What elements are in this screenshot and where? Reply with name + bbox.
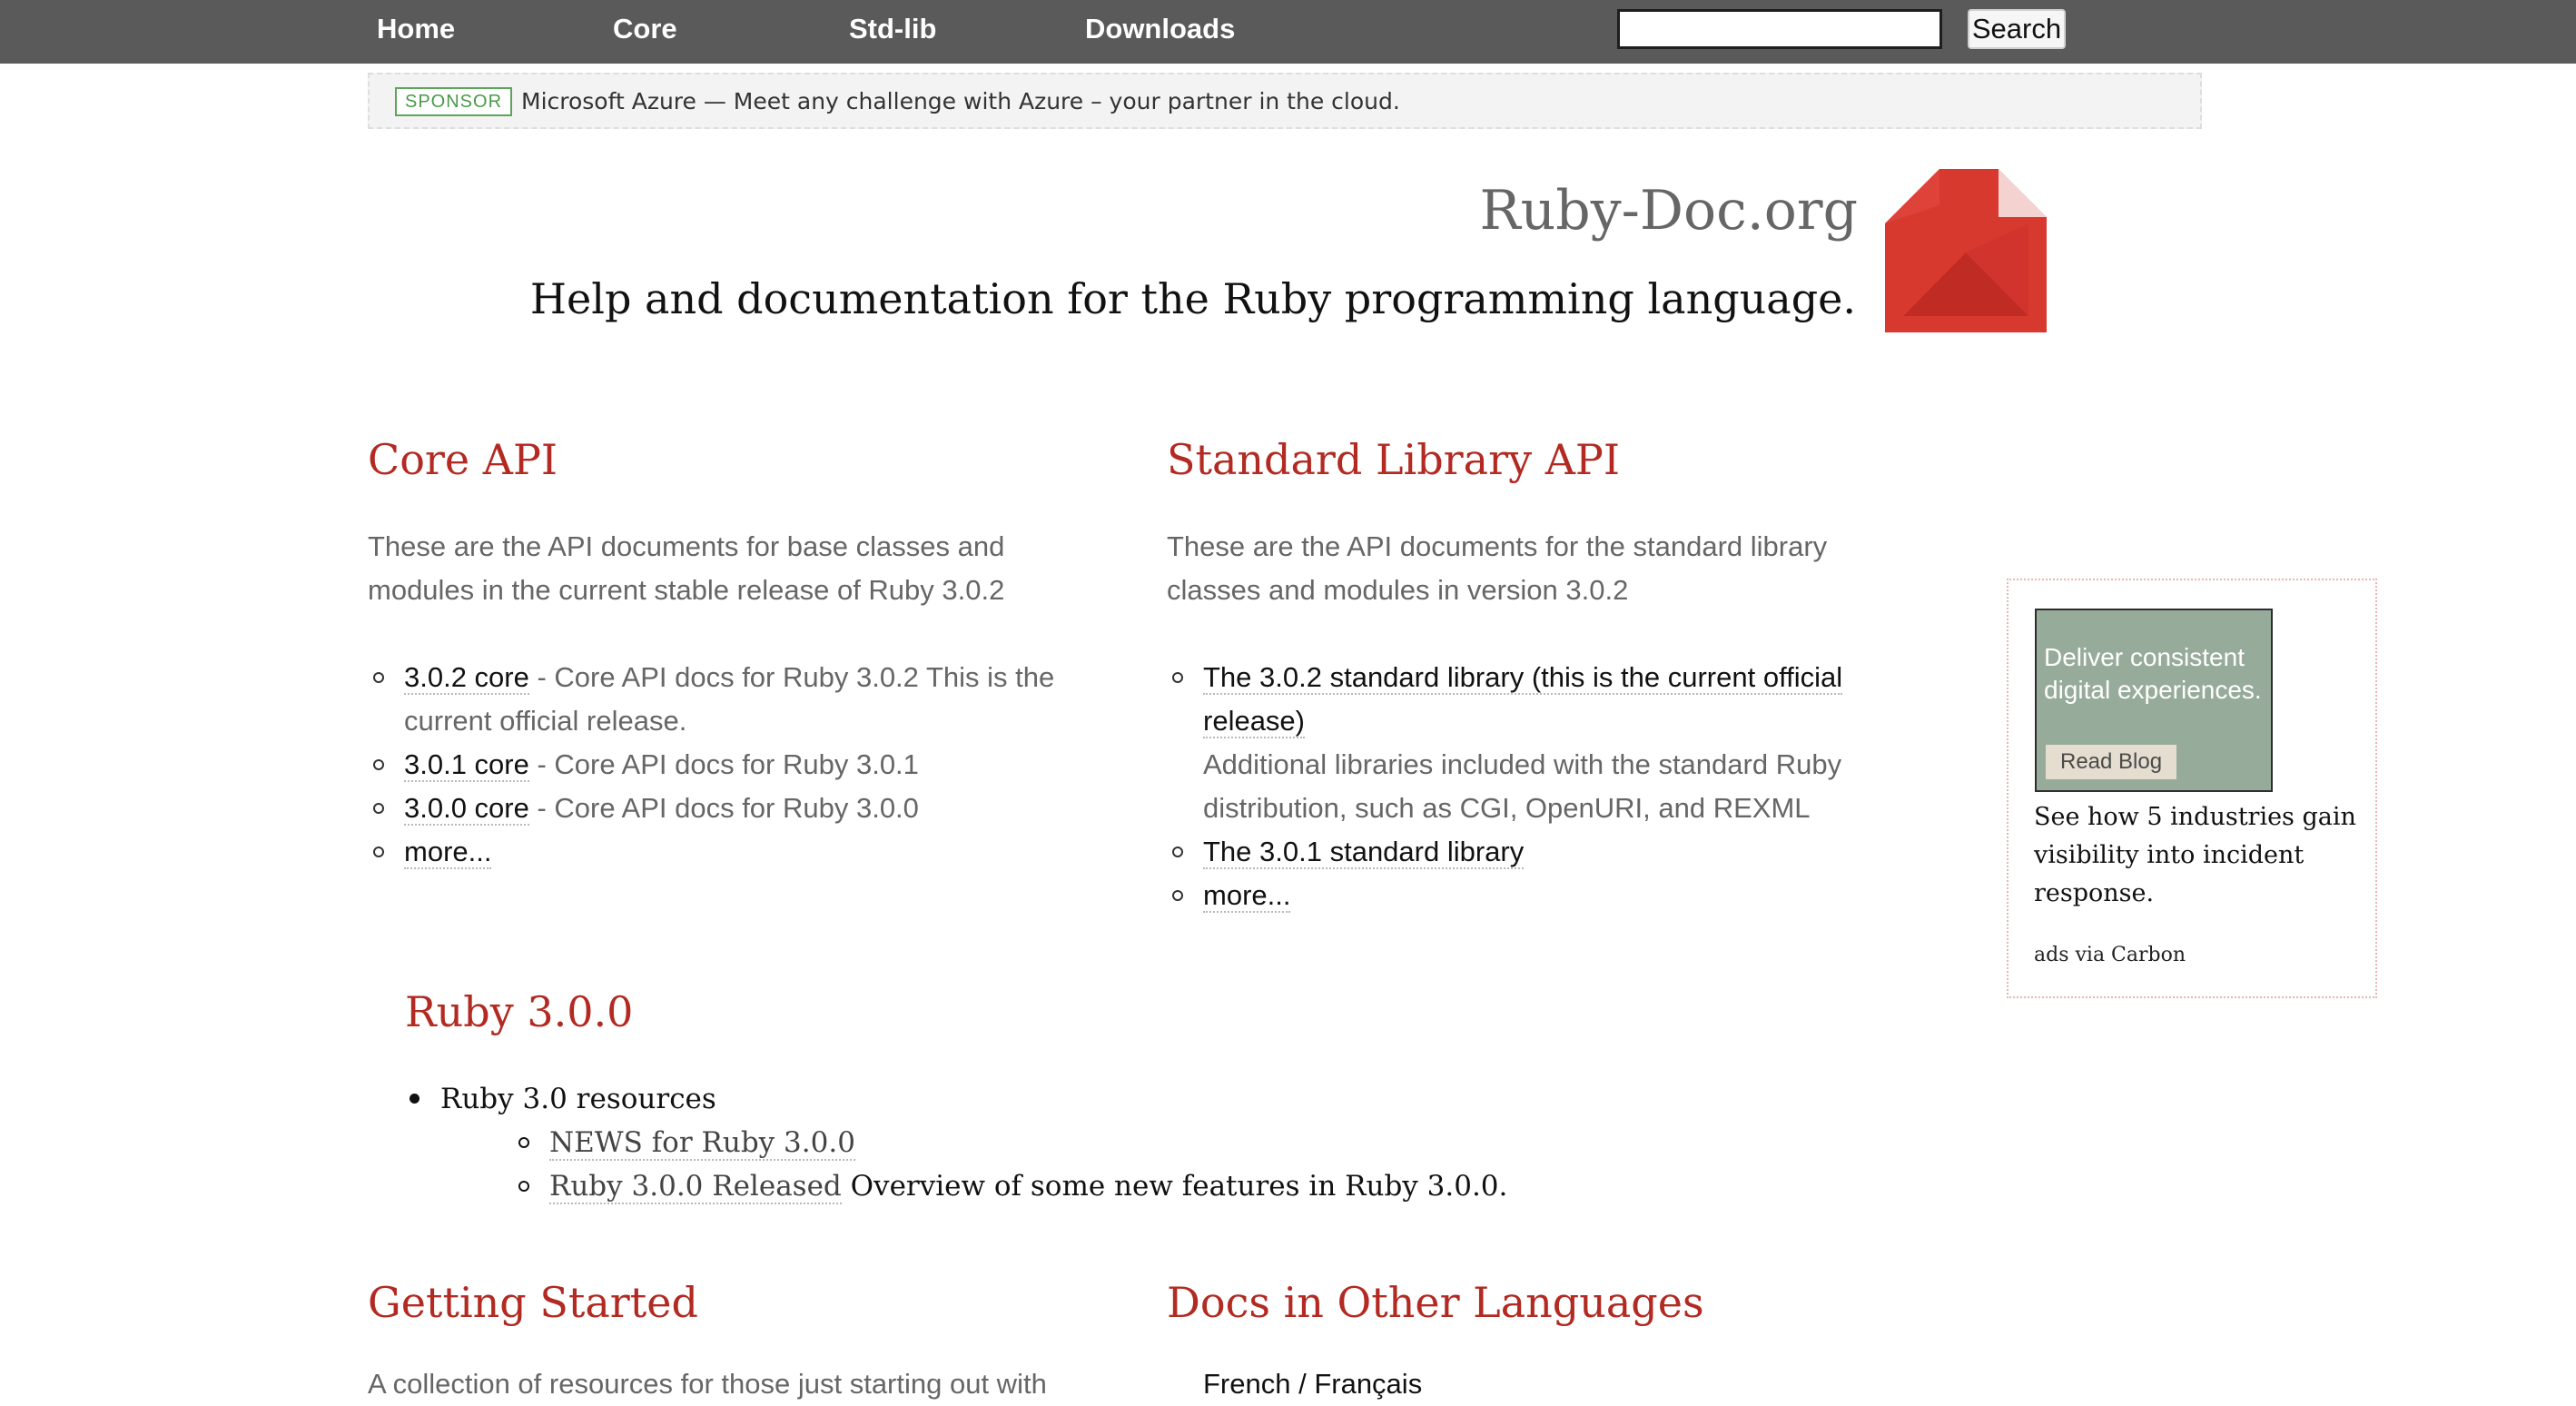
news-ruby-300-link[interactable]: NEWS for Ruby 3.0.0: [549, 1126, 855, 1161]
stdlib-302-link[interactable]: The 3.0.2 standard library (this is the …: [1203, 661, 1843, 738]
ad-read-blog-button[interactable]: Read Blog: [2046, 745, 2177, 779]
ruby-doc-logo-icon: [1885, 169, 2047, 332]
list-item: 3.0.1 core - Core API docs for Ruby 3.0.…: [368, 743, 1112, 787]
ruby-300-sublist: NEWS for Ruby 3.0.0 Ruby 3.0.0 Released …: [518, 1121, 1508, 1208]
getting-started-title: Getting Started: [368, 1278, 698, 1327]
sponsor-text[interactable]: Microsoft Azure — Meet any challenge wit…: [521, 86, 1400, 117]
nav-home-link[interactable]: Home: [377, 11, 455, 47]
search-input[interactable]: [1617, 9, 1942, 49]
list-item: NEWS for Ruby 3.0.0: [518, 1121, 1507, 1164]
list-item: 3.0.2 core - Core API docs for Ruby 3.0.…: [368, 656, 1112, 743]
list-item: Ruby 3.0.0 Released Overview of some new…: [518, 1164, 1508, 1208]
core-api-title: Core API: [368, 435, 558, 484]
list-item: The 3.0.2 standard library (this is the …: [1167, 656, 1893, 830]
core-300-link[interactable]: 3.0.0 core: [404, 792, 529, 826]
other-languages-first-item[interactable]: French / Français: [1203, 1362, 1422, 1406]
ruby-300-title: Ruby 3.0.0: [405, 987, 634, 1036]
list-item-text: Overview of some new features in Ruby 3.…: [841, 1170, 1508, 1203]
stdlib-api-description: These are the API documents for the stan…: [1167, 530, 1828, 606]
list-item: The 3.0.1 standard library: [1167, 830, 1893, 874]
stdlib-more-link[interactable]: more...: [1203, 879, 1291, 913]
getting-started-intro: A collection of resources for those just…: [368, 1368, 1047, 1400]
ad-caption[interactable]: See how 5 industries gain visibility int…: [2034, 798, 2361, 913]
stdlib-301-link[interactable]: The 3.0.1 standard library: [1203, 836, 1525, 869]
core-more-link[interactable]: more...: [404, 836, 492, 869]
stdlib-api-title: Standard Library API: [1167, 435, 1621, 484]
stdlib-api-list: The 3.0.2 standard library (this is the …: [1167, 656, 1893, 917]
ruby-300-list: Ruby 3.0 resources: [410, 1077, 716, 1121]
core-302-link[interactable]: 3.0.2 core: [404, 661, 529, 695]
resources-label: Ruby 3.0 resources: [440, 1083, 716, 1115]
list-item-text: - Core API docs for Ruby 3.0.0: [528, 792, 919, 824]
ad-image-text: Deliver consistent digital experiences.: [2044, 643, 2262, 704]
list-item: more...: [368, 830, 1112, 874]
list-item-text: Additional libraries included with the s…: [1203, 748, 1842, 824]
search-button[interactable]: Search: [1968, 9, 2066, 49]
carbon-ad: Deliver consistent digital experiences. …: [2007, 579, 2377, 998]
list-item-text: - Core API docs for Ruby 3.0.1: [528, 748, 919, 780]
list-item: 3.0.0 core - Core API docs for Ruby 3.0.…: [368, 787, 1112, 830]
ruby-300-released-link[interactable]: Ruby 3.0.0 Released: [549, 1170, 842, 1204]
ad-image[interactable]: Deliver consistent digital experiences. …: [2035, 609, 2273, 792]
list-item: Ruby 3.0 resources: [410, 1077, 716, 1121]
sponsor-badge: SPONSOR: [395, 87, 513, 116]
nav-core-link[interactable]: Core: [613, 11, 677, 47]
site-tagline: Help and documentation for the Ruby prog…: [529, 274, 1856, 323]
sponsor-bar[interactable]: SPONSOR Microsoft Azure — Meet any chall…: [368, 73, 2202, 129]
other-languages-title: Docs in Other Languages: [1167, 1278, 1704, 1327]
core-api-list: 3.0.2 core - Core API docs for Ruby 3.0.…: [368, 656, 1112, 874]
core-301-link[interactable]: 3.0.1 core: [404, 748, 529, 782]
ad-via-carbon-link[interactable]: ads via Carbon: [2034, 942, 2186, 969]
top-nav-bar: Home Core Std-lib Downloads Search: [0, 0, 2576, 64]
core-api-description: These are the API documents for base cla…: [368, 530, 1005, 606]
nav-downloads-link[interactable]: Downloads: [1085, 11, 1235, 47]
nav-stdlib-link[interactable]: Std-lib: [849, 11, 936, 47]
site-title: Ruby-Doc.org: [1479, 179, 1858, 243]
list-item: more...: [1167, 874, 1893, 917]
